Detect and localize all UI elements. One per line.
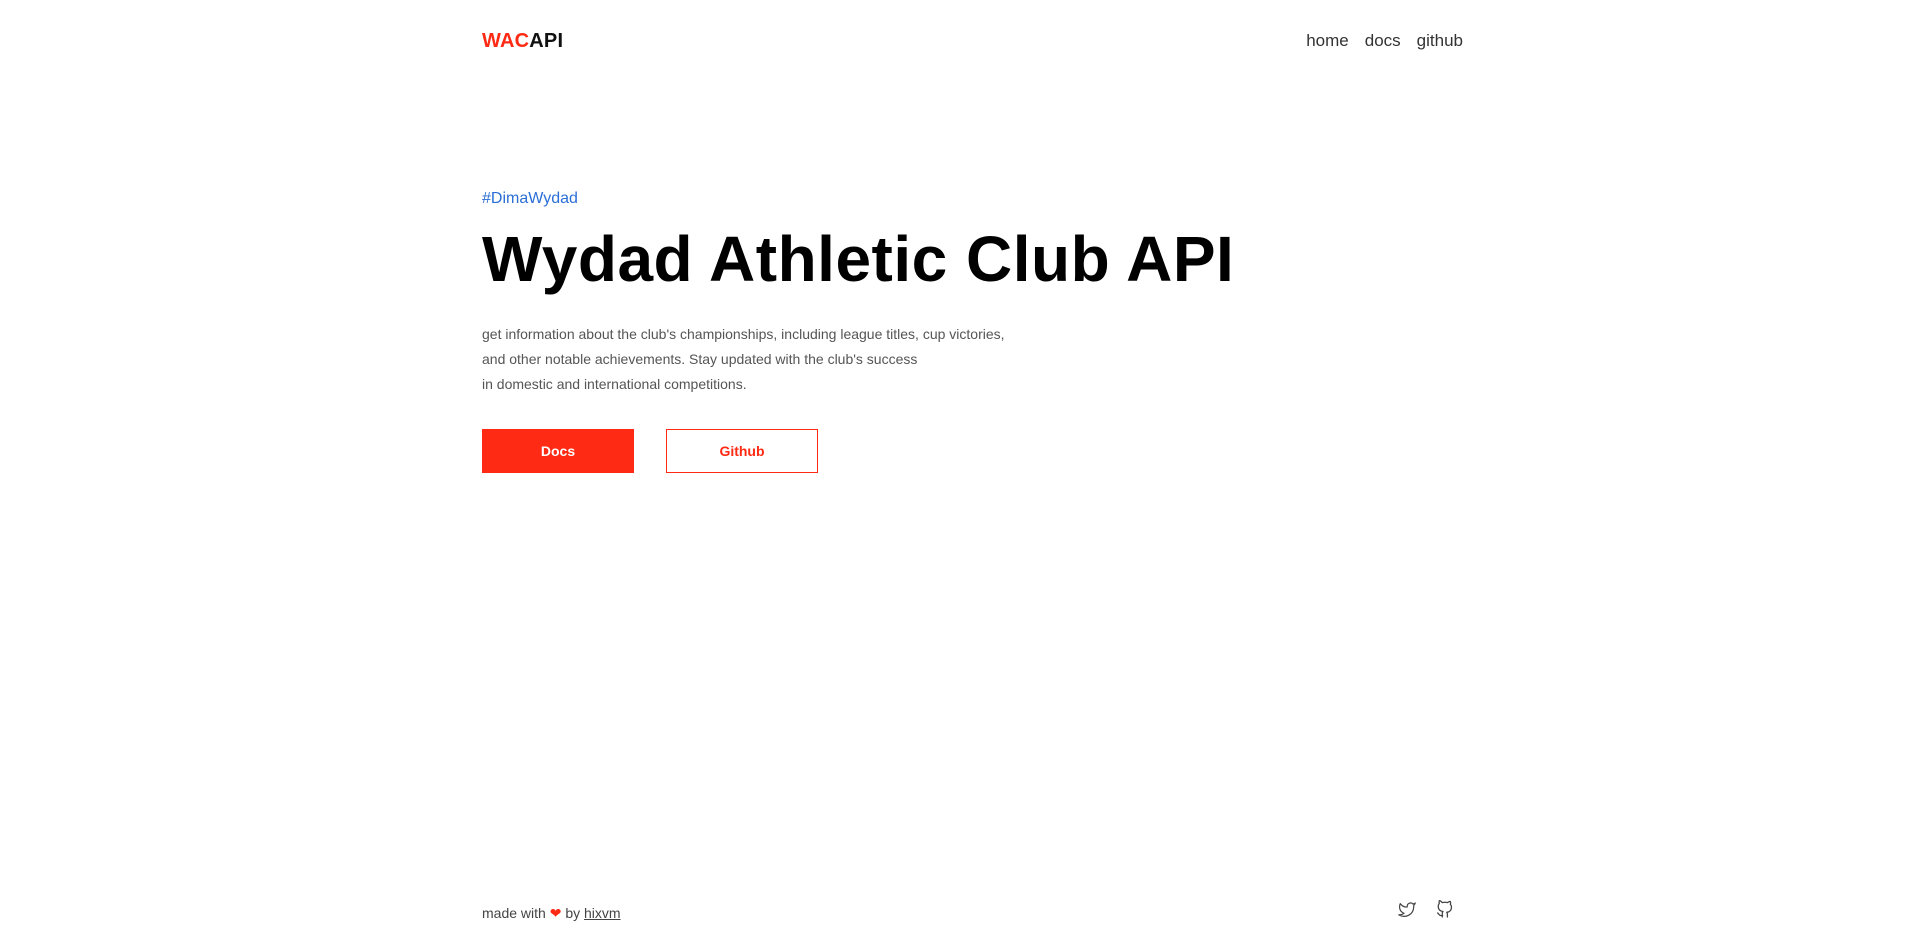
hero-tag: #DimaWydad (482, 190, 578, 207)
site-footer: made with ❤ by hixvm (482, 899, 1463, 924)
by-label: by (565, 904, 581, 921)
made-with-label: made with (482, 904, 546, 921)
nav-github-link[interactable]: github (1417, 31, 1463, 51)
description-line: in domestic and international competitio… (482, 376, 747, 392)
github-button[interactable]: Github (666, 429, 818, 473)
nav-home-link[interactable]: home (1306, 31, 1349, 51)
hero-buttons: Docs Github (482, 429, 1463, 473)
twitter-icon[interactable] (1397, 899, 1417, 919)
page: WACAPI home docs github #DimaWydad Wydad… (0, 0, 1920, 937)
hero-section: #DimaWydad Wydad Athletic Club API get i… (482, 190, 1463, 473)
made-with-text: made with ❤ by hixvm (482, 905, 621, 922)
logo-accent: WAC (482, 29, 530, 52)
logo-rest: API (529, 29, 564, 52)
logo[interactable]: WACAPI (482, 30, 563, 53)
nav-docs-link[interactable]: docs (1365, 31, 1401, 51)
main-nav: home docs github (1306, 31, 1463, 51)
page-title: Wydad Athletic Club API (482, 223, 1235, 295)
description-line: get information about the club's champio… (482, 326, 1005, 342)
social-links (1397, 899, 1455, 919)
docs-button[interactable]: Docs (482, 429, 634, 473)
author-link[interactable]: hixvm (584, 905, 621, 921)
github-icon[interactable] (1435, 899, 1455, 919)
site-header: WACAPI home docs github (482, 28, 1463, 54)
heart-icon: ❤ (549, 904, 562, 921)
hero-description: get information about the club's champio… (482, 322, 1463, 397)
description-line: and other notable achievements. Stay upd… (482, 351, 918, 367)
